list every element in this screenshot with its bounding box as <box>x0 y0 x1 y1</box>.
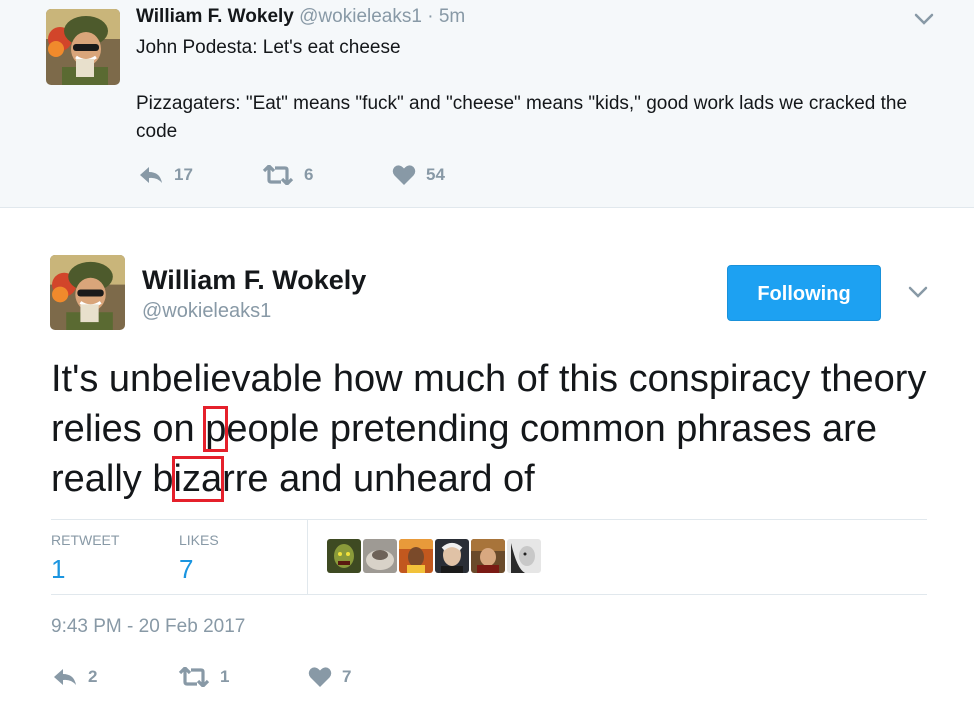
author-name[interactable]: William F. Wokely <box>142 265 366 296</box>
liker-avatar[interactable] <box>507 539 541 573</box>
retweet-count: 1 <box>220 667 230 686</box>
retweet-icon <box>262 165 294 185</box>
tweet-text: It's unbelievable how much of this consp… <box>51 354 951 504</box>
highlight-box: p <box>203 406 229 452</box>
author-handle[interactable]: @wokieleaks1 <box>142 300 271 323</box>
liker-avatar[interactable] <box>435 539 469 573</box>
stats-divider <box>307 520 308 594</box>
author-handle[interactable]: @wokieleaks1 <box>299 6 422 27</box>
liker-avatar[interactable] <box>399 539 433 573</box>
chevron-down-icon[interactable] <box>907 285 929 299</box>
tweet-stats: RETWEET 1 LIKES 7 <box>51 519 927 595</box>
reply-icon <box>140 167 162 183</box>
like-button[interactable]: 54 <box>392 164 445 186</box>
reply-tweet-text: John Podesta: Let's eat cheese Pizzagate… <box>136 34 936 146</box>
retweet-button[interactable]: 6 <box>262 165 392 185</box>
heart-icon <box>392 165 416 185</box>
tweet-time[interactable]: 5m <box>439 6 465 27</box>
reply-tweet-header: William F. Wokely @wokieleaks1 · 5m <box>136 6 465 28</box>
tweet-line: John Podesta: Let's eat cheese <box>136 37 401 58</box>
chevron-down-icon[interactable] <box>913 12 935 26</box>
heart-icon <box>308 667 332 687</box>
liker-avatar[interactable] <box>327 539 361 573</box>
liker-avatar[interactable] <box>363 539 397 573</box>
like-count: 54 <box>426 165 445 184</box>
reply-icon <box>54 669 76 685</box>
liker-avatar[interactable] <box>471 539 505 573</box>
tweet-text-part: rre and unheard of <box>222 458 535 500</box>
retweet-count: 6 <box>304 165 314 184</box>
separator-dot: · <box>427 6 434 27</box>
reply-tweet[interactable]: William F. Wokely @wokieleaks1 · 5m John… <box>0 0 974 208</box>
likes-stat-count: 7 <box>179 554 194 584</box>
tweet-timestamp[interactable]: 9:43 PM - 20 Feb 2017 <box>51 616 245 638</box>
retweet-stat-count: 1 <box>51 554 66 584</box>
retweet-stat-label: RETWEET <box>51 532 120 548</box>
main-tweet-actions: 2 1 7 <box>52 666 351 688</box>
reply-button[interactable]: 2 <box>52 667 178 687</box>
following-button[interactable]: Following <box>727 265 881 321</box>
highlight-box: iza <box>171 456 225 502</box>
retweet-icon <box>178 667 210 687</box>
author-name[interactable]: William F. Wokely <box>136 6 294 27</box>
reply-tweet-actions: 17 6 54 <box>138 164 445 186</box>
soldier-avatar-icon[interactable] <box>50 255 125 330</box>
liker-avatars <box>327 539 543 573</box>
reply-button[interactable]: 17 <box>138 165 262 185</box>
like-button[interactable]: 7 <box>308 666 351 688</box>
reply-count: 2 <box>88 667 98 686</box>
tweet-line: Pizzagaters: "Eat" means "fuck" and "che… <box>136 93 908 142</box>
soldier-avatar-icon[interactable] <box>46 9 120 85</box>
retweet-button[interactable]: 1 <box>178 667 308 687</box>
reply-count: 17 <box>174 165 193 184</box>
like-count: 7 <box>342 667 352 686</box>
likes-stat-label: LIKES <box>179 532 219 548</box>
